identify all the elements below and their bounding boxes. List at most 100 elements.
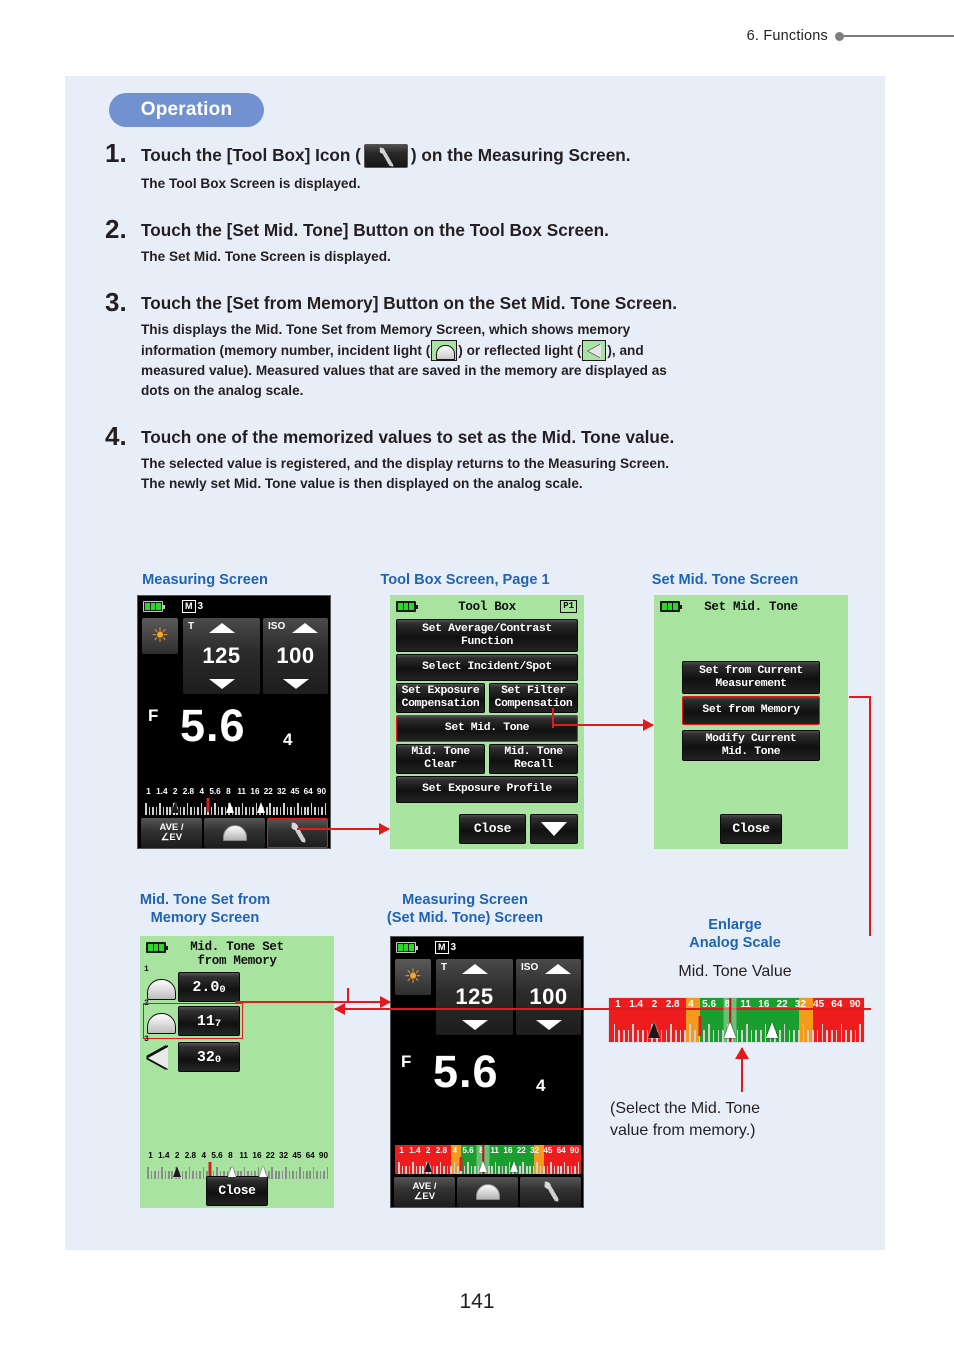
current-value-marker	[459, 1157, 463, 1171]
tool-btn-set-exposure-profile[interactable]: Set Exposure Profile	[396, 776, 578, 803]
scale-label: 22	[516, 1146, 526, 1155]
aperture-readout: F 5.6 4	[148, 700, 328, 766]
header-inner: 6. Functions	[747, 28, 954, 44]
scale-label: 45	[543, 1146, 553, 1155]
set-mid-tone-btn-from-memory[interactable]: Set from Memory	[682, 696, 820, 725]
scale-tick	[522, 1162, 525, 1174]
iso-down-arrow-icon[interactable]	[535, 1020, 562, 1030]
shutter-speed-control[interactable]: T 125	[436, 959, 513, 1035]
scale-tick	[252, 807, 254, 815]
scale-tick	[505, 1166, 507, 1174]
scale-tick	[303, 807, 306, 815]
tool-btn-next-page[interactable]	[530, 814, 578, 844]
scale-label: 11	[740, 999, 751, 1010]
wrench-icon	[539, 1181, 563, 1203]
scale-label: 45	[813, 999, 825, 1010]
scale-label: 64	[305, 1151, 315, 1160]
scale-label: 1.4	[409, 1146, 421, 1155]
scale-label: 1.4	[156, 787, 168, 796]
ave-ev-button[interactable]: AVE / ∠EV	[394, 1177, 455, 1207]
tool-btn-set-exposure-compensation[interactable]: Set Exposure Compensation	[396, 683, 485, 713]
shutter-up-arrow-icon[interactable]	[208, 623, 235, 633]
scale-tick	[574, 1166, 576, 1174]
scale-tick	[314, 807, 316, 815]
aperture-value: 5.6	[433, 1046, 499, 1097]
shutter-speed-control[interactable]: T 125	[183, 618, 260, 694]
scale-tick	[519, 1166, 521, 1174]
memory-value-pointer-1	[172, 1166, 181, 1177]
mid-tone-memory-btn-close[interactable]: Close	[206, 1176, 268, 1206]
scale-label: 8	[228, 1151, 233, 1160]
scale-label: 2.8	[182, 787, 195, 796]
memory-row-2-value[interactable]: 11 7	[178, 1006, 240, 1036]
scale-tick	[536, 1162, 538, 1174]
dome-icon	[475, 1184, 500, 1200]
shutter-down-arrow-icon[interactable]	[208, 679, 235, 689]
scale-tick	[310, 803, 313, 815]
scale-tick	[162, 807, 165, 815]
scale-label: 1	[146, 787, 151, 796]
scale-tick	[693, 1030, 696, 1042]
toolbox-button[interactable]	[520, 1177, 581, 1207]
scale-tick	[446, 1166, 449, 1174]
scale-tick	[553, 1166, 556, 1174]
tool-btn-mid-tone-recall[interactable]: Mid. Tone Recall	[489, 744, 578, 774]
memory-row-2[interactable]: 2 11 7	[144, 999, 240, 1036]
analog-scale: 1 1.4 2 2.8 4 5.6 8 11 16 22 32 45 64 90	[142, 786, 328, 815]
enlarge-scale-labels: 1 1.4 2 2.8 4 5.6 8 11 16 22 32 45 64 90	[609, 998, 864, 1016]
scale-label: 16	[250, 787, 260, 796]
battery-icon	[396, 942, 418, 953]
scale-label: 4	[452, 1146, 458, 1155]
toolbox-button[interactable]	[267, 818, 328, 848]
tool-btn-set-average-contrast[interactable]: Set Average/Contrast Function	[396, 619, 578, 652]
iso-control[interactable]: ISO 100	[263, 618, 328, 694]
light-source-button[interactable]	[395, 959, 431, 995]
analog-scale-colored: 1 1.4 2 2.8 4 5.6 8 11 16 22 32 45 64 90	[395, 1145, 581, 1174]
scale-tick	[412, 1162, 414, 1174]
caption-measuring-set-mid-tone: Measuring Screen (Set Mid. Tone) Screen	[340, 891, 590, 927]
iso-control[interactable]: ISO 100	[516, 959, 581, 1035]
shutter-down-arrow-icon[interactable]	[461, 1020, 488, 1030]
tool-btn-select-incident-spot[interactable]: Select Incident/Spot	[396, 654, 578, 681]
scale-label: 64	[556, 1146, 566, 1155]
scale-tick	[272, 807, 275, 815]
current-value-marker	[698, 1016, 702, 1036]
memory-row-3[interactable]: 3 32 0	[144, 1035, 240, 1072]
dome-icon	[144, 1006, 178, 1036]
iso-up-arrow-icon[interactable]	[544, 964, 571, 974]
memory-row-1-value[interactable]: 2.0 0	[178, 972, 240, 1002]
tool-btn-mid-tone-clear[interactable]: Mid. Tone Clear	[396, 744, 485, 774]
tool-btn-set-filter-compensation[interactable]: Set Filter Compensation	[489, 683, 578, 713]
scale-tick	[321, 807, 323, 815]
scale-tick	[797, 1030, 800, 1042]
set-mid-tone-btn-from-current[interactable]: Set from Current Measurement	[682, 661, 820, 694]
set-mid-tone-btn-close[interactable]: Close	[720, 814, 782, 844]
scale-tick	[717, 1030, 720, 1042]
iso-label: ISO	[521, 962, 539, 973]
scale-tick	[217, 807, 220, 815]
tool-btn-close[interactable]: Close	[459, 814, 526, 844]
set-mid-tone-btn-modify-current[interactable]: Modify Current Mid. Tone	[682, 730, 820, 761]
tool-btn-set-mid-tone[interactable]: Set Mid. Tone	[396, 715, 578, 742]
tool-box-lcd: Tool Box P1 Set Average/Contrast Functio…	[390, 595, 584, 849]
scale-label: 2.8	[665, 999, 680, 1010]
scale-tick	[488, 1166, 490, 1174]
memory-row-1[interactable]: 1 2.0 0	[144, 965, 240, 1002]
memory-row-3-value[interactable]: 32 0	[178, 1042, 240, 1072]
scale-tick	[221, 807, 223, 815]
scale-tick	[159, 803, 161, 815]
scale-tick	[831, 1030, 833, 1042]
scale-tick	[164, 1171, 167, 1179]
ev-label: ∠EV	[413, 1191, 436, 1202]
caption-enlarge-analog-scale: Enlarge Analog Scale	[610, 916, 860, 952]
shutter-up-arrow-icon[interactable]	[461, 964, 488, 974]
iso-down-arrow-icon[interactable]	[282, 679, 309, 689]
incident-dome-button[interactable]	[457, 1177, 518, 1207]
scale-tick	[755, 1030, 757, 1042]
scale-tick	[450, 1166, 452, 1174]
scale-tick	[637, 1030, 639, 1042]
light-source-button[interactable]	[142, 618, 178, 654]
iso-up-arrow-icon[interactable]	[291, 623, 318, 633]
incident-dome-button[interactable]	[204, 818, 265, 848]
ave-ev-button[interactable]: AVE / ∠EV	[141, 818, 202, 848]
